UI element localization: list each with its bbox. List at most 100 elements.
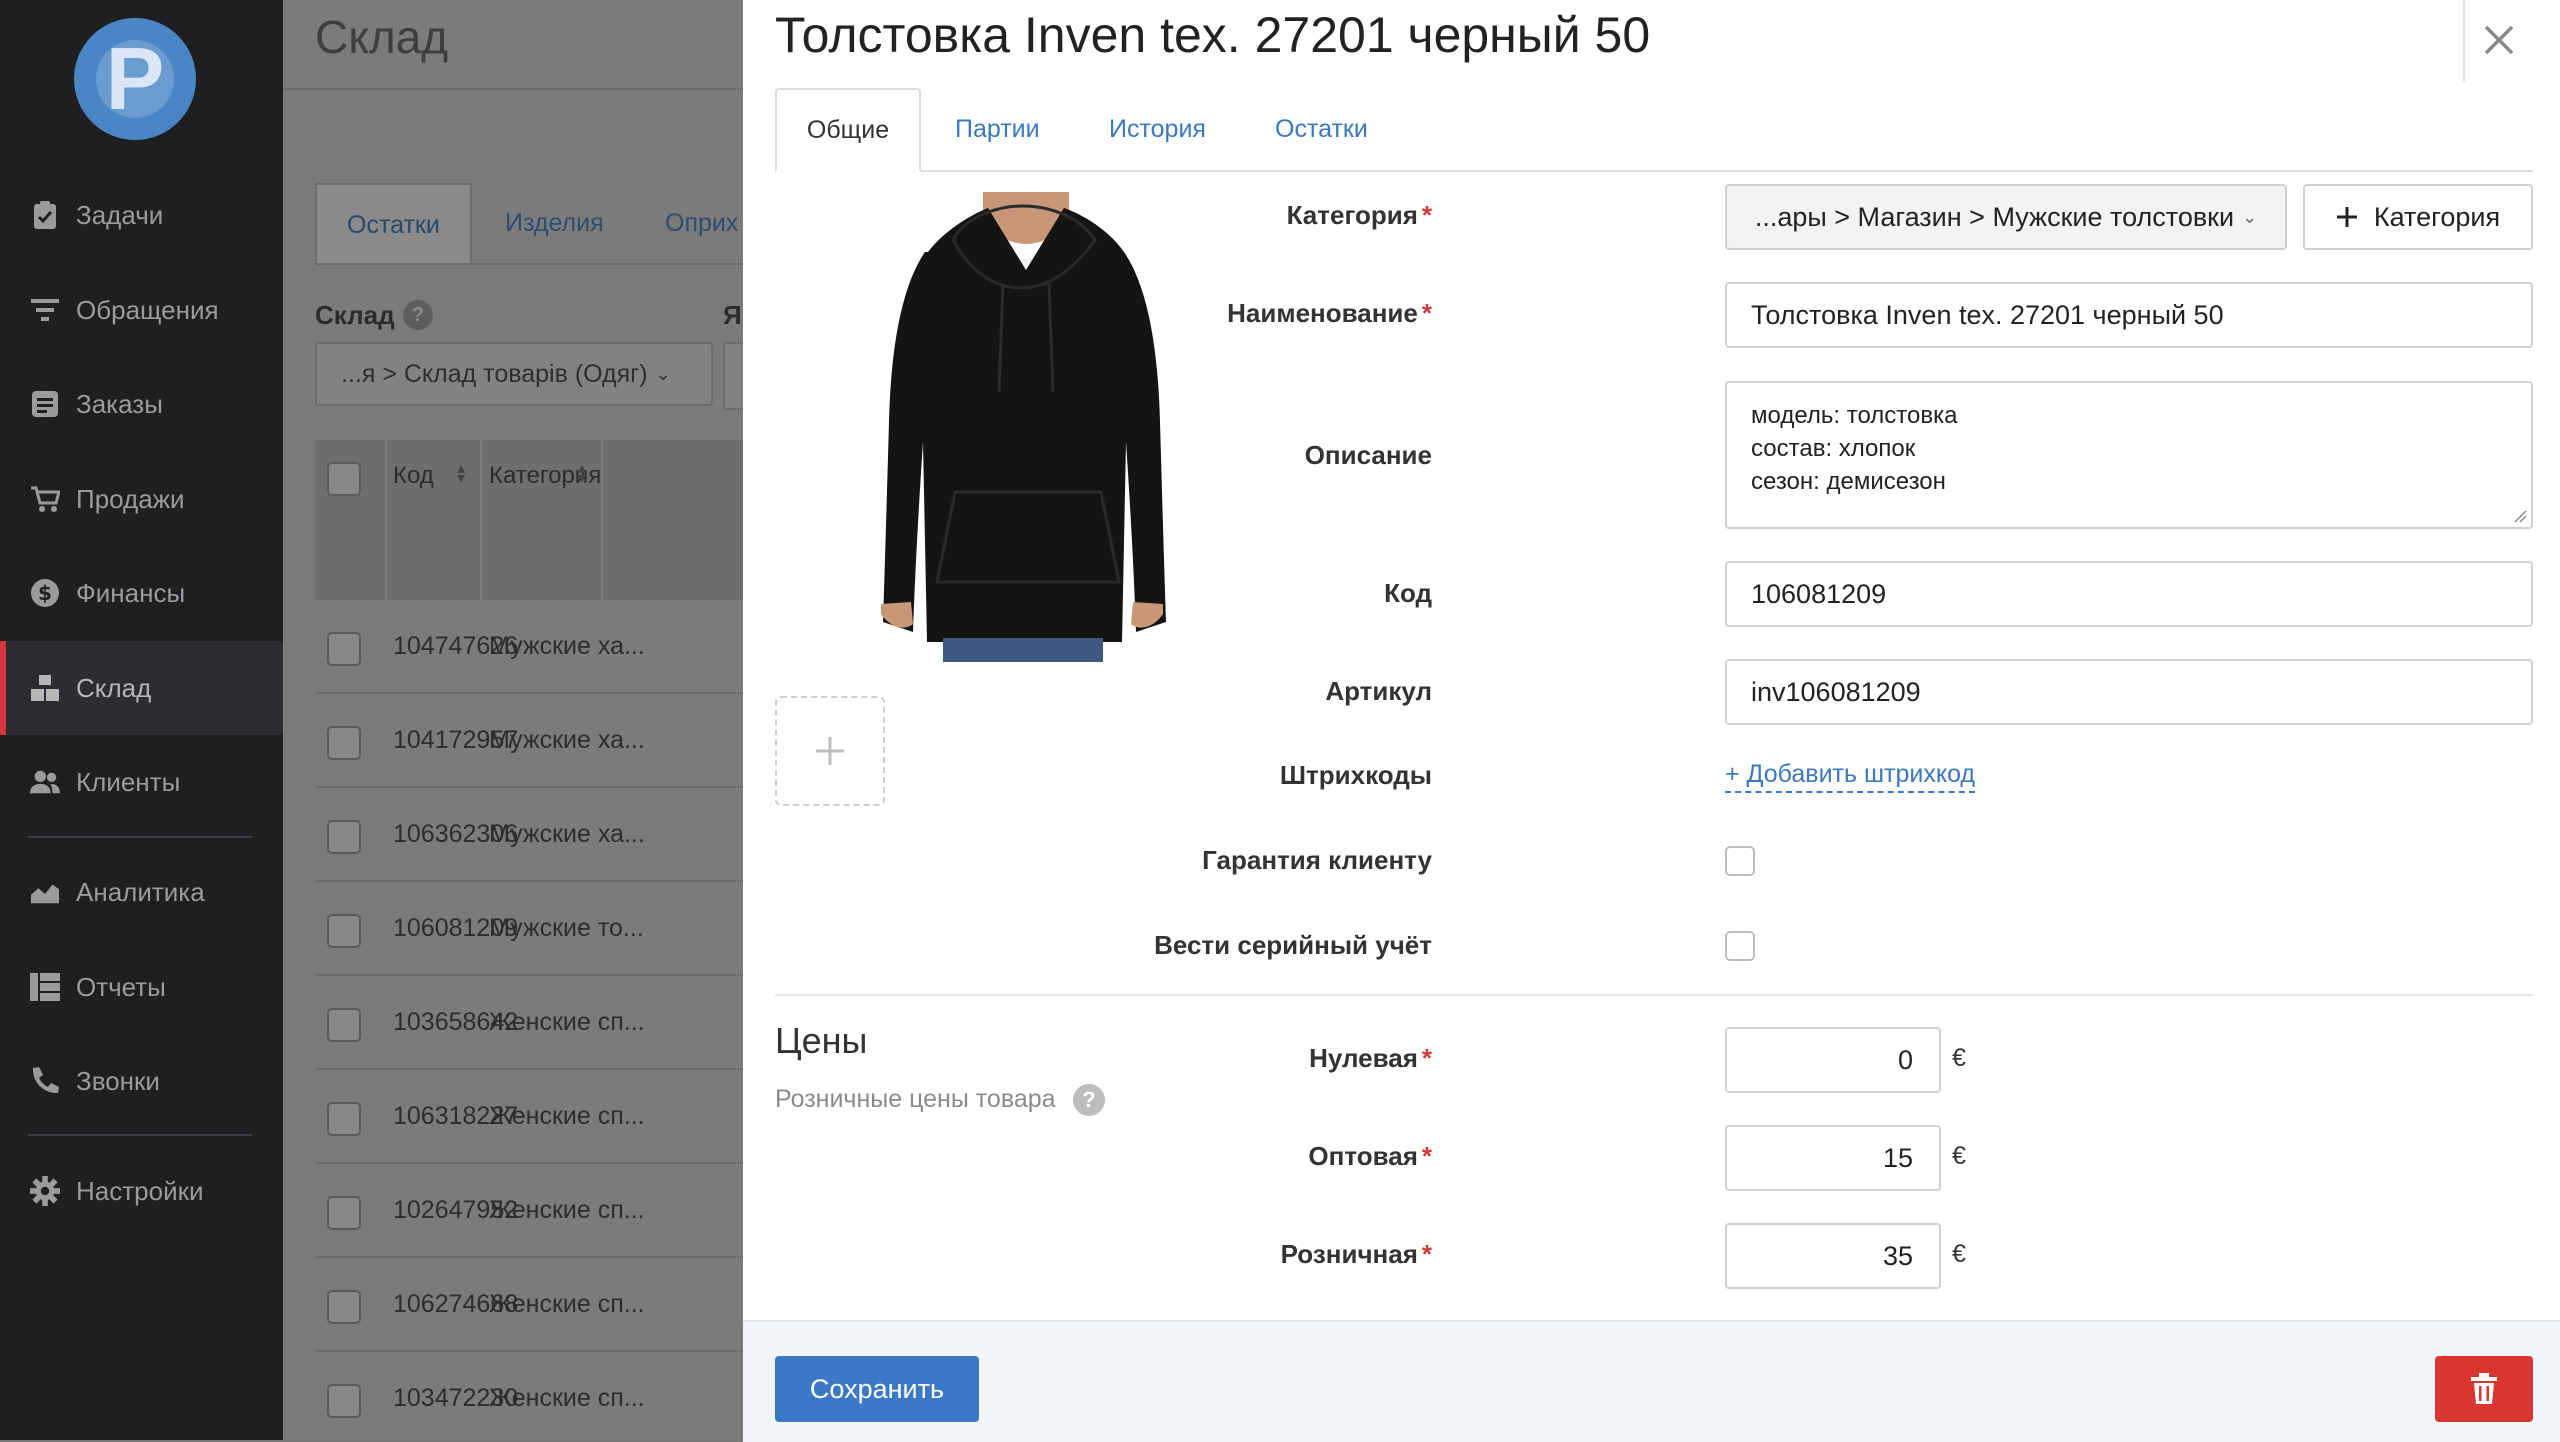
sidebar-item-requests[interactable]: Обращения (0, 263, 283, 357)
table-row[interactable]: 104172957 Мужские ха... (315, 694, 743, 788)
price-input-wholesale[interactable]: 15 (1725, 1125, 1941, 1191)
description-label: Описание (1304, 440, 1432, 470)
select-all-checkbox[interactable] (327, 462, 361, 496)
currency-symbol: € (1952, 1044, 1966, 1072)
sidebar-item-label: Склад (76, 672, 152, 703)
row-checkbox[interactable] (327, 726, 361, 760)
table-icon (30, 972, 60, 1002)
price-input-retail[interactable]: 35 (1725, 1223, 1941, 1289)
sidebar-item-label: Обращения (76, 294, 219, 325)
sidebar-item-label: Заказы (76, 388, 163, 419)
warranty-label: Гарантия клиенту (1202, 845, 1432, 875)
filter-select[interactable] (723, 342, 743, 410)
sidebar-item-finance[interactable]: $ Финансы (0, 546, 283, 640)
sidebar-item-label: Звонки (76, 1065, 160, 1096)
price-input-zero[interactable]: 0 (1725, 1027, 1941, 1093)
tab-history[interactable]: История (1109, 88, 1206, 170)
warehouse-filter-label: Склад (315, 300, 395, 330)
sidebar-item-clients[interactable]: Клиенты (0, 735, 283, 829)
prices-section-subtitle: Розничные цены товара (775, 1085, 1056, 1113)
barcodes-label: Штрихкоды (1279, 760, 1432, 790)
tab-products[interactable]: Изделия (505, 183, 604, 263)
tab-batches[interactable]: Партии (955, 88, 1040, 170)
prices-section-title: Цены (775, 1020, 868, 1061)
sidebar: P Задачи Обращения Заказы Продажи $ Фина… (0, 0, 283, 1440)
sidebar-item-label: Аналитика (76, 876, 205, 907)
row-checkbox[interactable] (327, 1290, 361, 1324)
add-category-button[interactable]: Категория (2303, 184, 2533, 250)
page-tabs: Остатки Изделия Оприх (315, 183, 743, 265)
table-header: Код ▴ ▾ Категория ▴ ▾ (315, 440, 743, 600)
table-row[interactable]: 104747626 Мужские ха... (315, 600, 743, 694)
row-checkbox[interactable] (327, 914, 361, 948)
tab-stock[interactable]: Остатки (315, 183, 472, 265)
code-input[interactable]: 106081209 (1725, 561, 2533, 627)
modal-footer: Сохранить (743, 1320, 2560, 1442)
sidebar-item-label: Настройки (76, 1175, 204, 1206)
code-label: Код (1384, 578, 1432, 608)
sidebar-item-calls[interactable]: Звонки (0, 1034, 283, 1128)
sidebar-item-reports[interactable]: Отчеты (0, 940, 283, 1034)
article-input[interactable]: inv106081209 (1725, 659, 2533, 725)
serial-tracking-checkbox[interactable] (1725, 931, 1755, 961)
trash-icon (2471, 1373, 2497, 1404)
category-label: Категория * (1286, 200, 1432, 230)
sidebar-item-orders[interactable]: Заказы (0, 357, 283, 451)
sort-icon[interactable]: ▴ ▾ (578, 461, 586, 487)
row-checkbox[interactable] (327, 820, 361, 854)
table-row[interactable]: 106318227 Женские сп... (315, 1070, 743, 1164)
row-checkbox[interactable] (327, 1008, 361, 1042)
sort-icon[interactable]: ▴ ▾ (457, 461, 465, 487)
tab-stock[interactable]: Остатки (1275, 88, 1368, 170)
save-button[interactable]: Сохранить (775, 1356, 979, 1422)
close-button[interactable] (2471, 12, 2527, 68)
sidebar-item-label: Клиенты (76, 766, 181, 797)
sidebar-item-warehouse[interactable]: Склад (0, 641, 283, 735)
name-input[interactable]: Толстовка Inven tex. 27201 черный 50 (1725, 282, 2533, 348)
sidebar-item-sales[interactable]: Продажи (0, 452, 283, 546)
sidebar-item-settings[interactable]: Настройки (0, 1144, 283, 1238)
table-row[interactable]: 103472230 Женские сп... (315, 1352, 743, 1440)
currency-symbol: € (1952, 1240, 1966, 1268)
sidebar-item-tasks[interactable]: Задачи (0, 168, 283, 262)
table-row[interactable]: 106362306 Мужские ха... (315, 788, 743, 882)
chart-icon (30, 877, 60, 907)
tab-receipts[interactable]: Оприх (665, 183, 738, 263)
filter-icon (30, 295, 60, 325)
sidebar-item-label: Задачи (76, 199, 164, 230)
row-checkbox[interactable] (327, 1196, 361, 1230)
table-row[interactable]: 103658642 Женские сп... (315, 976, 743, 1070)
tab-general[interactable]: Общие (775, 88, 921, 172)
sidebar-item-analytics[interactable]: Аналитика (0, 845, 283, 939)
price-label-wholesale: Оптовая * (1308, 1141, 1432, 1171)
chevron-down-icon: ⌄ (655, 363, 671, 384)
row-checkbox[interactable] (327, 632, 361, 666)
currency-symbol: € (1952, 1142, 1966, 1170)
delete-button[interactable] (2435, 1356, 2533, 1422)
cart-icon (30, 484, 60, 514)
table-row[interactable]: 102647952 Женские сп... (315, 1164, 743, 1258)
app-logo[interactable]: P (74, 18, 196, 140)
help-icon[interactable]: ? (1073, 1084, 1105, 1116)
users-icon (30, 767, 60, 797)
add-photo-button[interactable] (775, 696, 885, 806)
dollar-icon: $ (30, 578, 60, 608)
warehouse-select[interactable]: ...я > Склад товарів (Одяг) ⌄ (315, 342, 713, 406)
warranty-checkbox[interactable] (1725, 846, 1755, 876)
page-title: Склад (315, 11, 449, 63)
table-row[interactable]: 106274668 Женские сп... (315, 1258, 743, 1352)
category-select[interactable]: ...ары > Магазин > Мужские толстовки ⌄ (1725, 184, 2287, 250)
plus-icon (2336, 207, 2357, 227)
column-header-code[interactable]: Код (393, 462, 434, 490)
add-barcode-link[interactable]: + Добавить штрихкод (1725, 760, 1976, 793)
help-icon[interactable]: ? (403, 300, 433, 330)
table-row[interactable]: 106081209 Мужские то... (315, 882, 743, 976)
row-checkbox[interactable] (327, 1384, 361, 1418)
phone-icon (30, 1066, 60, 1096)
price-label-zero: Нулевая * (1309, 1043, 1432, 1073)
modal-title: Толстовка Inven tex. 27201 черный 50 (775, 7, 1651, 63)
resize-handle-icon[interactable] (2513, 509, 2527, 523)
description-textarea[interactable]: модель: толстовка состав: хлопок сезон: … (1725, 381, 2533, 529)
article-label: Артикул (1325, 676, 1432, 706)
row-checkbox[interactable] (327, 1102, 361, 1136)
